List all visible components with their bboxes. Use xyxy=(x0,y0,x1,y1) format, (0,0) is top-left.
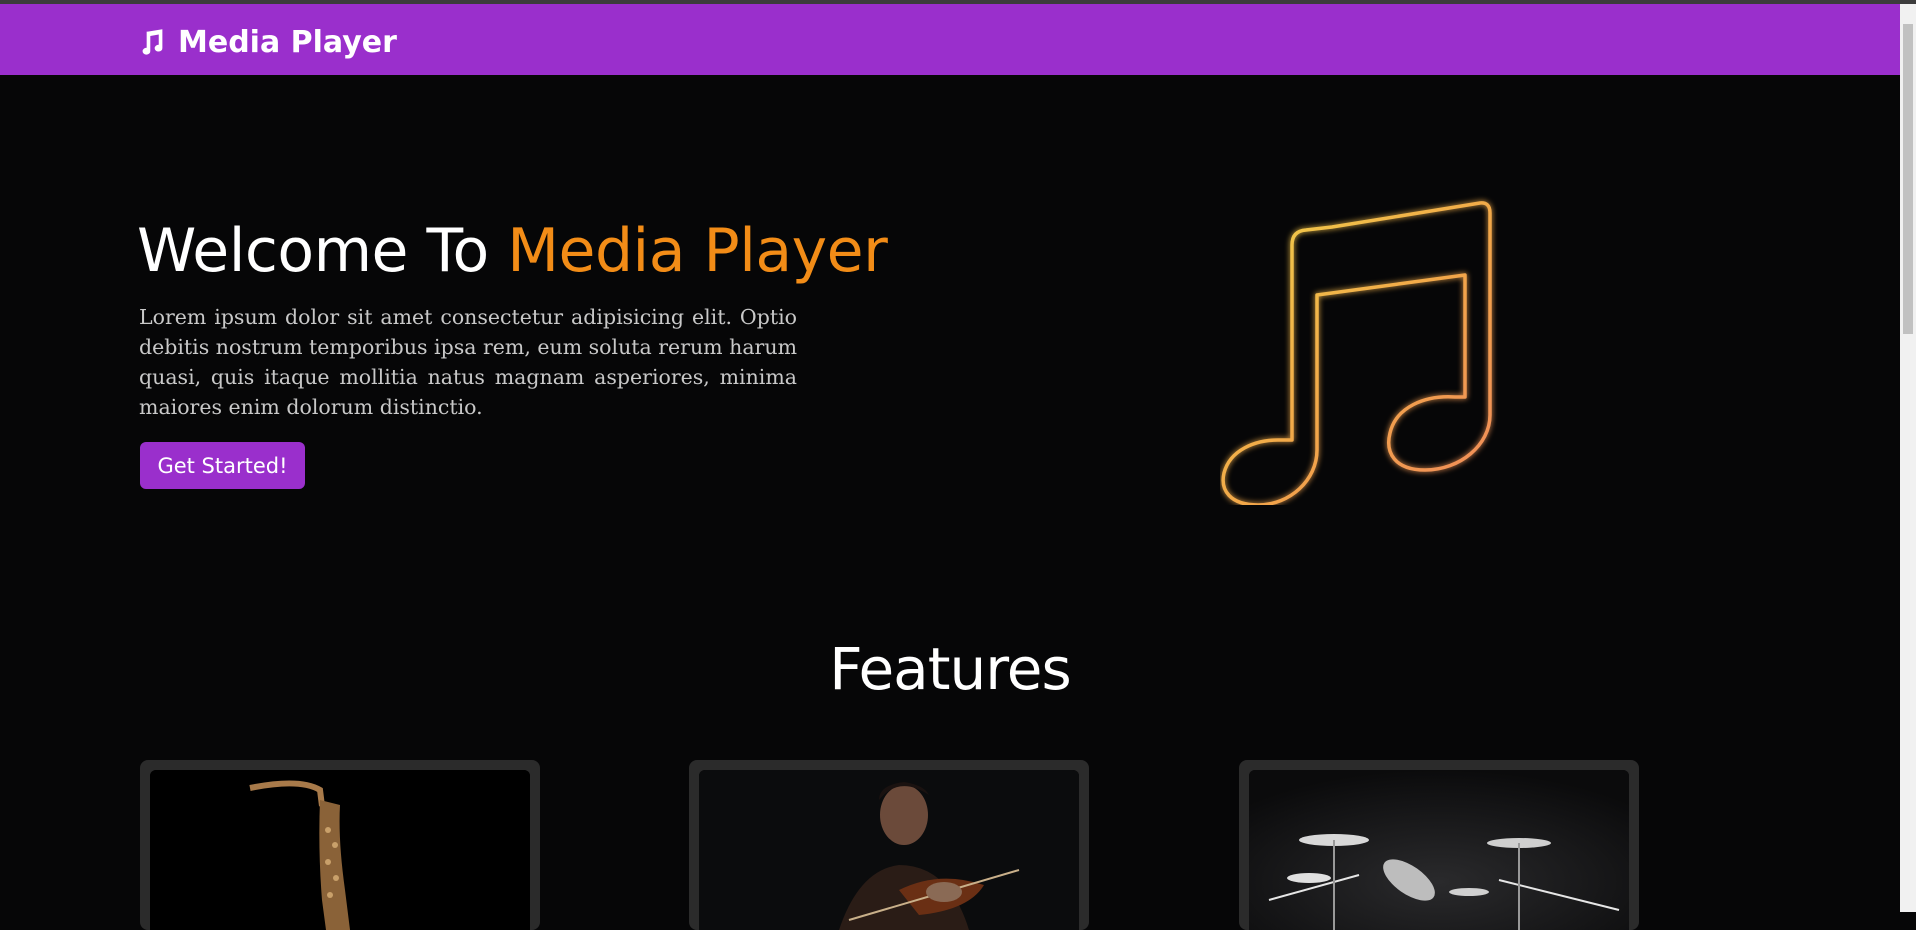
features-heading: Features xyxy=(829,635,1071,703)
music-note-icon xyxy=(142,28,163,55)
navbar-brand[interactable]: Media Player xyxy=(137,22,397,62)
neon-music-note-illustration xyxy=(1221,201,1492,505)
hero-title-prefix: Welcome To xyxy=(137,216,508,286)
scrollbar-thumb[interactable] xyxy=(1903,24,1913,334)
get-started-button[interactable]: Get Started! xyxy=(140,442,305,489)
feature-card[interactable] xyxy=(140,760,540,930)
hero-title-accent: Media Player xyxy=(507,216,888,286)
feature-card[interactable] xyxy=(689,760,1089,930)
hero-title: Welcome To Media Player xyxy=(137,216,888,286)
drum-kit-photo xyxy=(1249,770,1629,930)
navbar: Media Player xyxy=(0,4,1900,75)
brand-name: Media Player xyxy=(178,24,397,60)
hero-description: Lorem ipsum dolor sit amet consectetur a… xyxy=(139,305,798,419)
feature-card[interactable] xyxy=(1239,760,1639,930)
page-scrollbar[interactable] xyxy=(1900,4,1916,912)
violinist-photo xyxy=(699,770,1079,930)
saxophone-photo xyxy=(150,770,530,930)
